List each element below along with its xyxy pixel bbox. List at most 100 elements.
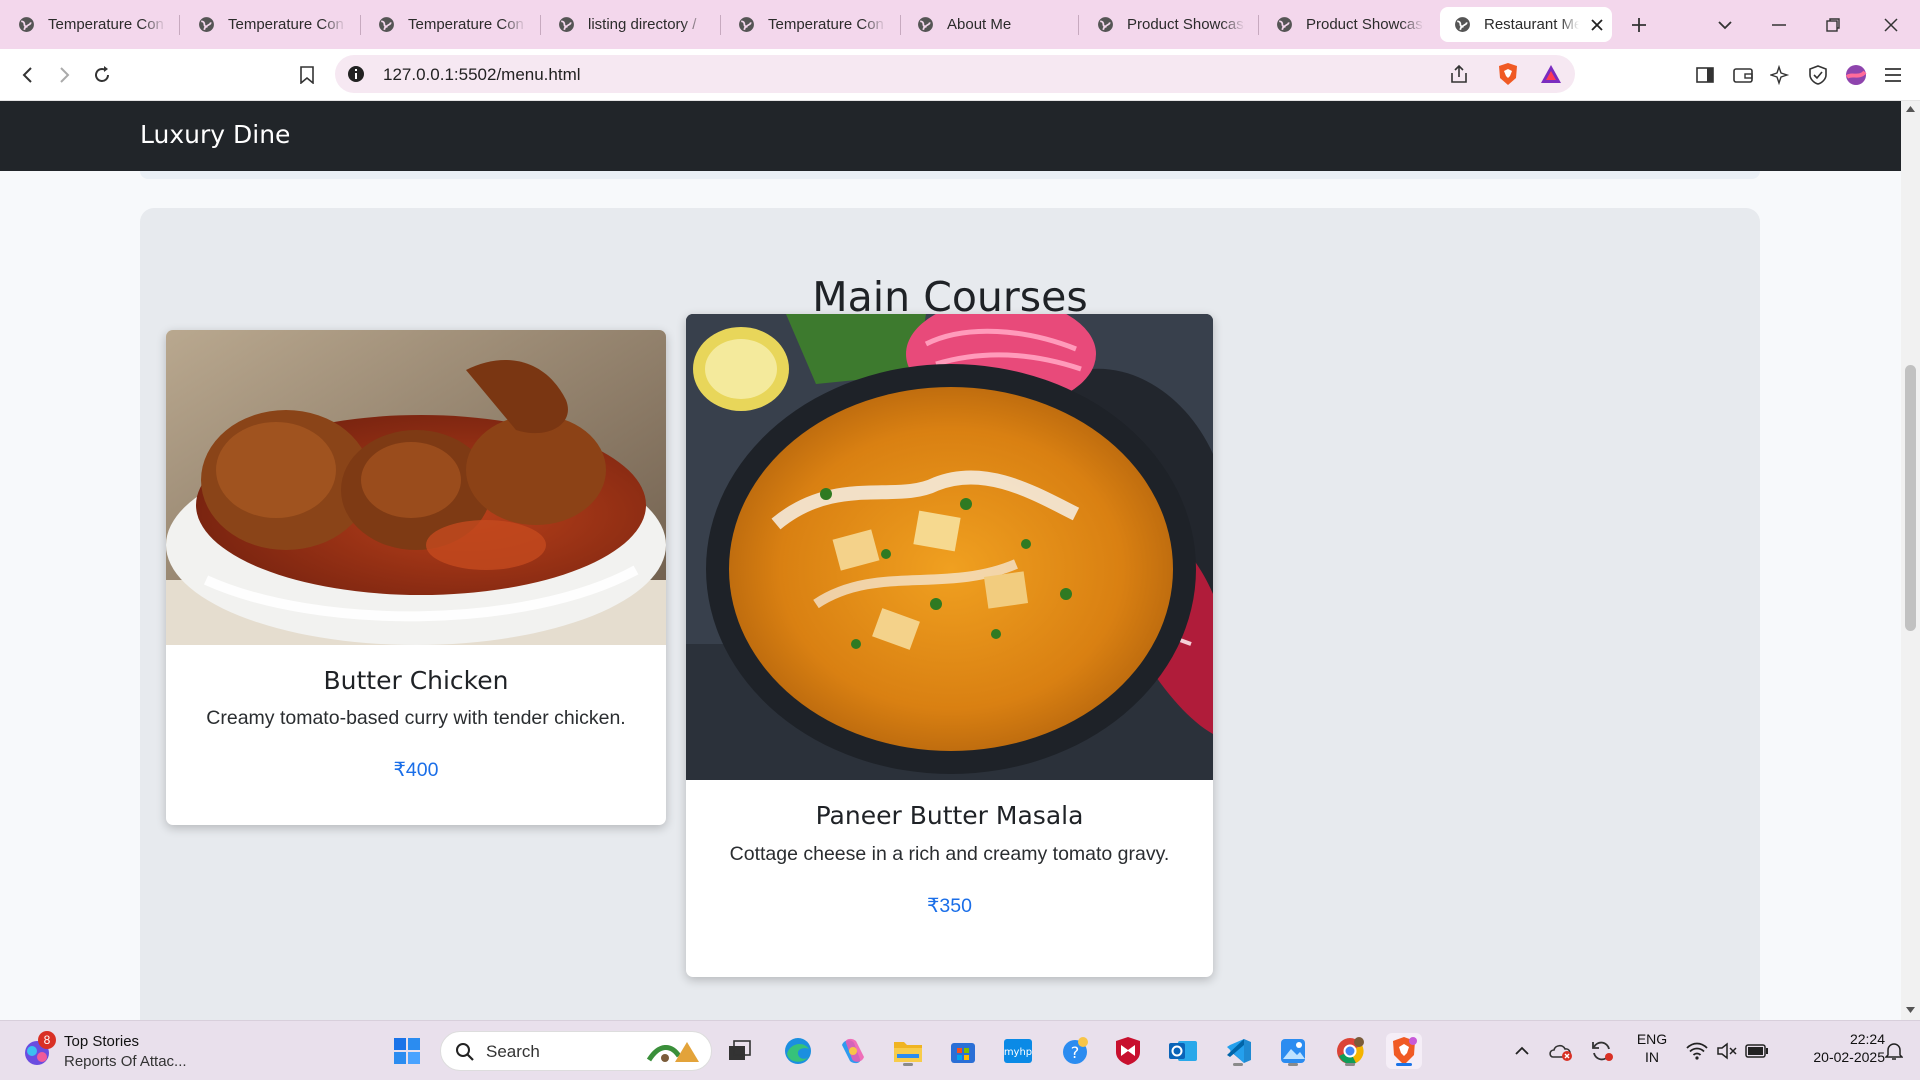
browser-toolbar: 127.0.0.1:5502/menu.html (0, 49, 1920, 101)
tab-separator (1258, 15, 1259, 35)
dish-description: Creamy tomato-based curry with tender ch… (206, 707, 626, 729)
site-brand[interactable]: Luxury Dine (140, 120, 290, 149)
language-code: ENG (1636, 1031, 1668, 1047)
profile-avatar-icon[interactable] (1843, 62, 1869, 88)
myhp-icon[interactable]: myhp (1000, 1033, 1036, 1069)
tab-title: Temperature Con (48, 16, 164, 33)
menu-card: Butter Chicken Creamy tomato-based curry… (166, 330, 666, 825)
reload-icon[interactable] (89, 62, 115, 88)
running-indicator (903, 1063, 913, 1066)
clock-date: 20-02-2025 (1813, 1049, 1885, 1065)
forward-icon[interactable] (52, 62, 78, 88)
notification-bell-icon[interactable] (1876, 1033, 1912, 1069)
leo-ai-icon[interactable] (1767, 62, 1793, 88)
tab-separator (900, 15, 901, 35)
globe-icon (918, 17, 933, 32)
tab[interactable]: About Me (917, 7, 1065, 42)
tab[interactable]: Product Showcase (1276, 7, 1424, 42)
help-icon[interactable]: ? (1057, 1033, 1093, 1069)
sync-icon[interactable] (1584, 1033, 1620, 1069)
vscode-icon[interactable] (1220, 1033, 1256, 1069)
tab[interactable]: Temperature Con (198, 7, 346, 42)
menu-icon[interactable] (1880, 62, 1906, 88)
tab[interactable]: Temperature Con (18, 7, 166, 42)
tab-search-chevron-down-icon[interactable] (1712, 12, 1738, 38)
site-info-icon[interactable] (347, 65, 365, 83)
running-indicator (1288, 1063, 1298, 1066)
page-scrollbar[interactable] (1901, 101, 1920, 1020)
brave-icon[interactable] (1386, 1033, 1422, 1069)
scroll-thumb[interactable] (1905, 365, 1916, 631)
language-region: IN (1645, 1049, 1659, 1065)
news-widget[interactable]: 8 Top Stories Reports Of Attac... (20, 1031, 220, 1073)
copilot-icon[interactable] (835, 1033, 871, 1069)
wallet-icon[interactable] (1730, 62, 1756, 88)
globe-icon (199, 17, 214, 32)
vpn-shield-icon[interactable] (1805, 62, 1831, 88)
tab-separator (1078, 15, 1079, 35)
brave-shields-icon[interactable] (1497, 62, 1519, 86)
dish-price: ₹350 (927, 895, 972, 917)
running-indicator (1345, 1063, 1355, 1066)
globe-icon (1455, 17, 1470, 32)
search-icon (456, 1043, 474, 1061)
globe-icon (19, 17, 34, 32)
news-title: Top Stories (64, 1033, 140, 1050)
windows-start-icon[interactable] (389, 1033, 425, 1069)
back-icon[interactable] (14, 62, 40, 88)
tab-title: Temperature Con (408, 16, 524, 33)
brave-rewards-icon[interactable] (1539, 63, 1563, 85)
menu-card: Paneer Butter Masala Cottage cheese in a… (686, 314, 1213, 977)
tab[interactable]: Product Showcase (1097, 7, 1245, 42)
address-bar[interactable]: 127.0.0.1:5502/menu.html (335, 55, 1575, 93)
language-indicator[interactable]: ENG IN (1628, 1031, 1676, 1065)
close-tab-icon[interactable] (1585, 13, 1609, 37)
dish-image (686, 314, 1213, 780)
photos-icon[interactable] (1275, 1033, 1311, 1069)
tab-title: Product Showcase (1127, 16, 1245, 33)
tab-separator (540, 15, 541, 35)
dish-name: Butter Chicken (323, 666, 509, 695)
running-indicator (1233, 1063, 1243, 1066)
tab-active[interactable]: Restaurant Menu (1440, 7, 1612, 42)
url-text[interactable]: 127.0.0.1:5502/menu.html (383, 65, 581, 85)
tab-strip: Temperature Con Temperature Con Temperat… (0, 0, 1920, 49)
chrome-icon[interactable] (1332, 1033, 1368, 1069)
tab-title: Product Showcase (1306, 16, 1424, 33)
tab[interactable]: listing directory / (558, 7, 706, 42)
mcafee-icon[interactable] (1110, 1033, 1146, 1069)
bookmark-icon[interactable] (294, 62, 320, 88)
sidebar-icon[interactable] (1692, 62, 1718, 88)
dish-price: ₹400 (393, 759, 439, 781)
windows-taskbar: 8 Top Stories Reports Of Attac... Search… (0, 1020, 1920, 1080)
clock[interactable]: 22:24 20-02-2025 (1775, 1031, 1885, 1065)
store-icon[interactable] (945, 1033, 981, 1069)
search-label: Search (486, 1042, 540, 1061)
tab-separator (360, 15, 361, 35)
tab[interactable]: Temperature Con (738, 7, 886, 42)
clock-time: 22:24 (1849, 1031, 1885, 1047)
restore-icon[interactable] (1818, 12, 1848, 38)
close-window-icon[interactable] (1876, 12, 1906, 38)
share-icon[interactable] (1449, 64, 1469, 84)
tab-title: Restaurant Menu (1484, 16, 1579, 33)
file-explorer-icon[interactable] (890, 1033, 926, 1069)
tab-title: listing directory / (588, 16, 697, 33)
onedrive-error-icon[interactable] (1543, 1033, 1579, 1069)
outlook-icon[interactable] (1165, 1033, 1201, 1069)
scroll-down-icon[interactable] (1906, 1007, 1915, 1013)
edge-icon[interactable] (780, 1033, 816, 1069)
globe-icon (559, 17, 574, 32)
taskbar-search[interactable]: Search (440, 1031, 712, 1071)
scroll-up-icon[interactable] (1906, 106, 1915, 112)
tab-title: About Me (947, 16, 1012, 33)
new-tab-icon[interactable] (1626, 12, 1652, 38)
news-subtitle: Reports Of Attac... (64, 1053, 187, 1070)
tab-separator (720, 15, 721, 35)
tab-title: Temperature Con (768, 16, 884, 33)
tab[interactable]: Temperature Con (378, 7, 526, 42)
minimize-icon[interactable] (1764, 12, 1794, 38)
task-view-icon[interactable] (722, 1033, 758, 1069)
show-hidden-icons-chevron-up-icon[interactable] (1504, 1033, 1540, 1069)
battery-icon[interactable] (1739, 1033, 1775, 1069)
